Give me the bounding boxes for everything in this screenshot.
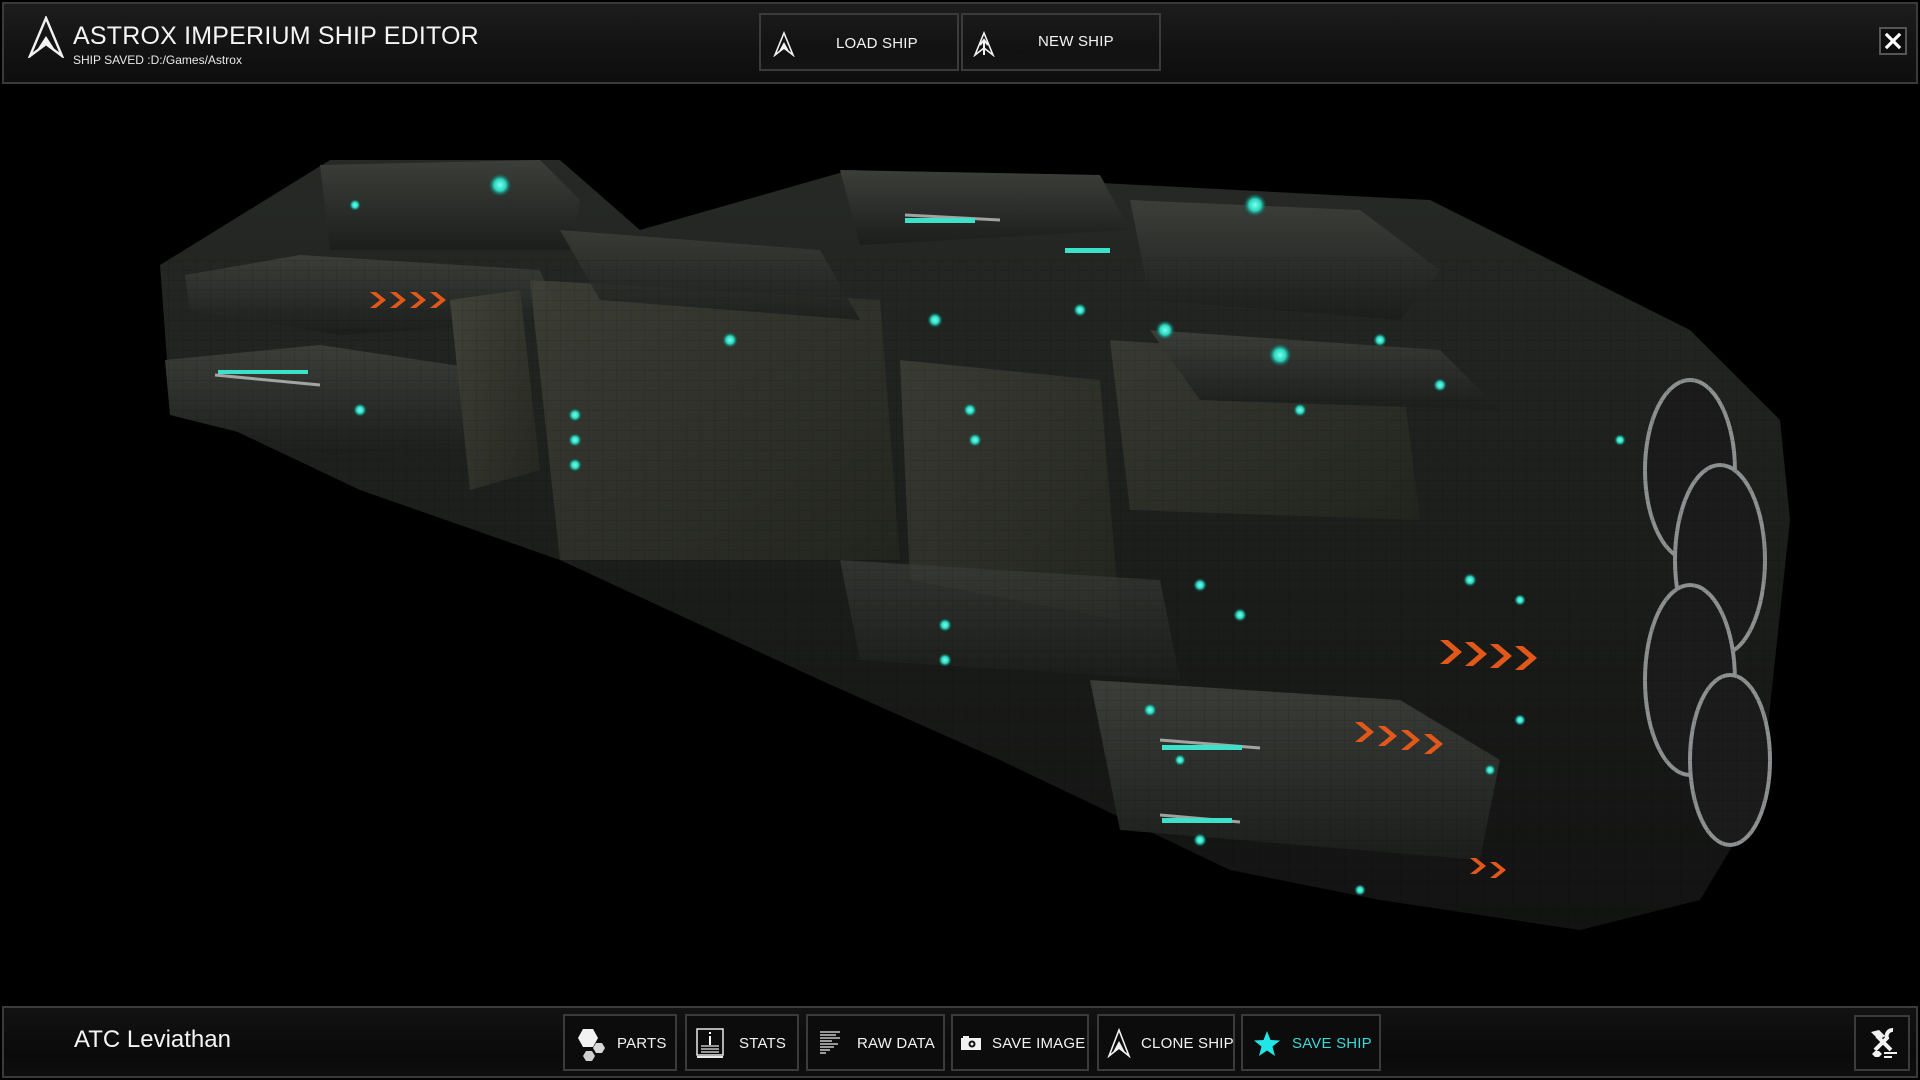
load-ship-label: LOAD SHIP — [836, 35, 918, 52]
camera-icon — [961, 1036, 981, 1050]
tools-icon — [1871, 1028, 1897, 1058]
parts-button[interactable]: PARTS — [563, 1014, 677, 1071]
clone-ship-label: CLONE SHIP — [1141, 1035, 1234, 1052]
load-ship-button[interactable]: LOAD SHIP — [759, 13, 959, 71]
app-title: ASTROX IMPERIUM SHIP EDITOR — [73, 22, 479, 50]
astrox-arrow-plus-icon — [973, 31, 995, 57]
stats-label: STATS — [739, 1035, 787, 1052]
raw-data-button[interactable]: RAW DATA — [806, 1014, 945, 1071]
tools-button[interactable] — [1854, 1015, 1910, 1071]
parts-label: PARTS — [617, 1035, 667, 1052]
text-lines-icon — [820, 1031, 840, 1054]
astrox-arrow-logo-icon — [28, 16, 64, 58]
info-stats-icon — [696, 1028, 724, 1058]
save-ship-button[interactable]: SAVE SHIP — [1241, 1014, 1381, 1071]
raw-data-label: RAW DATA — [857, 1035, 935, 1052]
save-status: SHIP SAVED :D:/Games/Astrox — [73, 53, 242, 67]
new-ship-label: NEW SHIP — [1038, 33, 1114, 50]
close-button[interactable] — [1879, 27, 1907, 55]
ship-3d-viewport[interactable] — [0, 86, 1920, 1004]
star-icon — [1254, 1031, 1280, 1056]
save-ship-label: SAVE SHIP — [1292, 1035, 1372, 1052]
clone-ship-button[interactable]: CLONE SHIP — [1097, 1014, 1235, 1071]
ship-name: ATC Leviathan — [74, 1026, 231, 1053]
astrox-arrow-icon — [773, 31, 795, 57]
ship-model — [160, 160, 1800, 940]
save-image-button[interactable]: SAVE IMAGE — [951, 1014, 1089, 1071]
close-icon — [1884, 32, 1902, 50]
hexagons-icon — [578, 1029, 605, 1061]
stats-button[interactable]: STATS — [685, 1014, 799, 1071]
save-image-label: SAVE IMAGE — [992, 1035, 1086, 1052]
astrox-arrow-icon — [1107, 1028, 1131, 1058]
new-ship-button[interactable]: NEW SHIP — [961, 13, 1161, 71]
